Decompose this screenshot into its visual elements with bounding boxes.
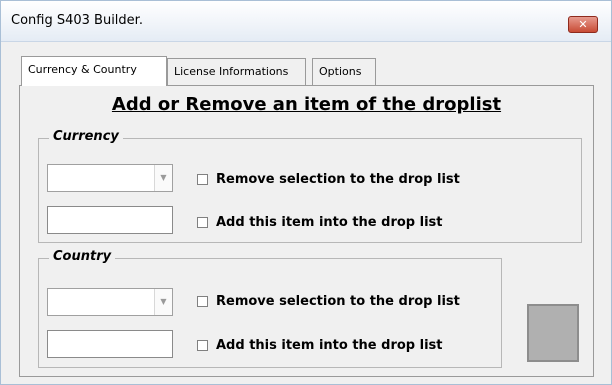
action-button[interactable] <box>527 304 579 362</box>
currency-group-label: Currency <box>49 129 123 144</box>
country-group-label: Country <box>49 249 116 264</box>
country-combo[interactable]: ▼ <box>47 288 173 316</box>
tab-currency-country[interactable]: Currency & Country <box>21 56 167 86</box>
currency-remove-label[interactable]: Remove selection to the drop list <box>216 172 460 187</box>
window-title: Config S403 Builder. <box>11 13 143 28</box>
currency-remove-checkbox[interactable] <box>197 174 208 185</box>
currency-add-input[interactable] <box>47 206 173 234</box>
title-bar[interactable]: Config S403 Builder. ✕ <box>1 1 611 42</box>
chevron-down-icon[interactable]: ▼ <box>154 289 172 315</box>
tab-panel-currency-country: Add or Remove an item of the droplist Cu… <box>19 85 594 377</box>
panel-heading: Add or Remove an item of the droplist <box>111 94 502 115</box>
tab-license-informations[interactable]: License Informations <box>167 58 306 85</box>
close-icon: ✕ <box>578 18 588 31</box>
tab-options[interactable]: Options <box>312 58 376 85</box>
currency-add-label[interactable]: Add this item into the drop list <box>216 215 442 230</box>
currency-add-checkbox[interactable] <box>197 217 208 228</box>
dialog-window: Config S403 Builder. ✕ Currency & Countr… <box>0 0 612 385</box>
country-remove-label[interactable]: Remove selection to the drop list <box>216 294 460 309</box>
currency-combo[interactable]: ▼ <box>47 164 173 192</box>
chevron-down-icon[interactable]: ▼ <box>154 165 172 191</box>
country-add-label[interactable]: Add this item into the drop list <box>216 338 442 353</box>
country-remove-checkbox[interactable] <box>197 296 208 307</box>
country-add-input[interactable] <box>47 330 173 358</box>
close-button[interactable]: ✕ <box>568 16 598 33</box>
country-add-checkbox[interactable] <box>197 340 208 351</box>
